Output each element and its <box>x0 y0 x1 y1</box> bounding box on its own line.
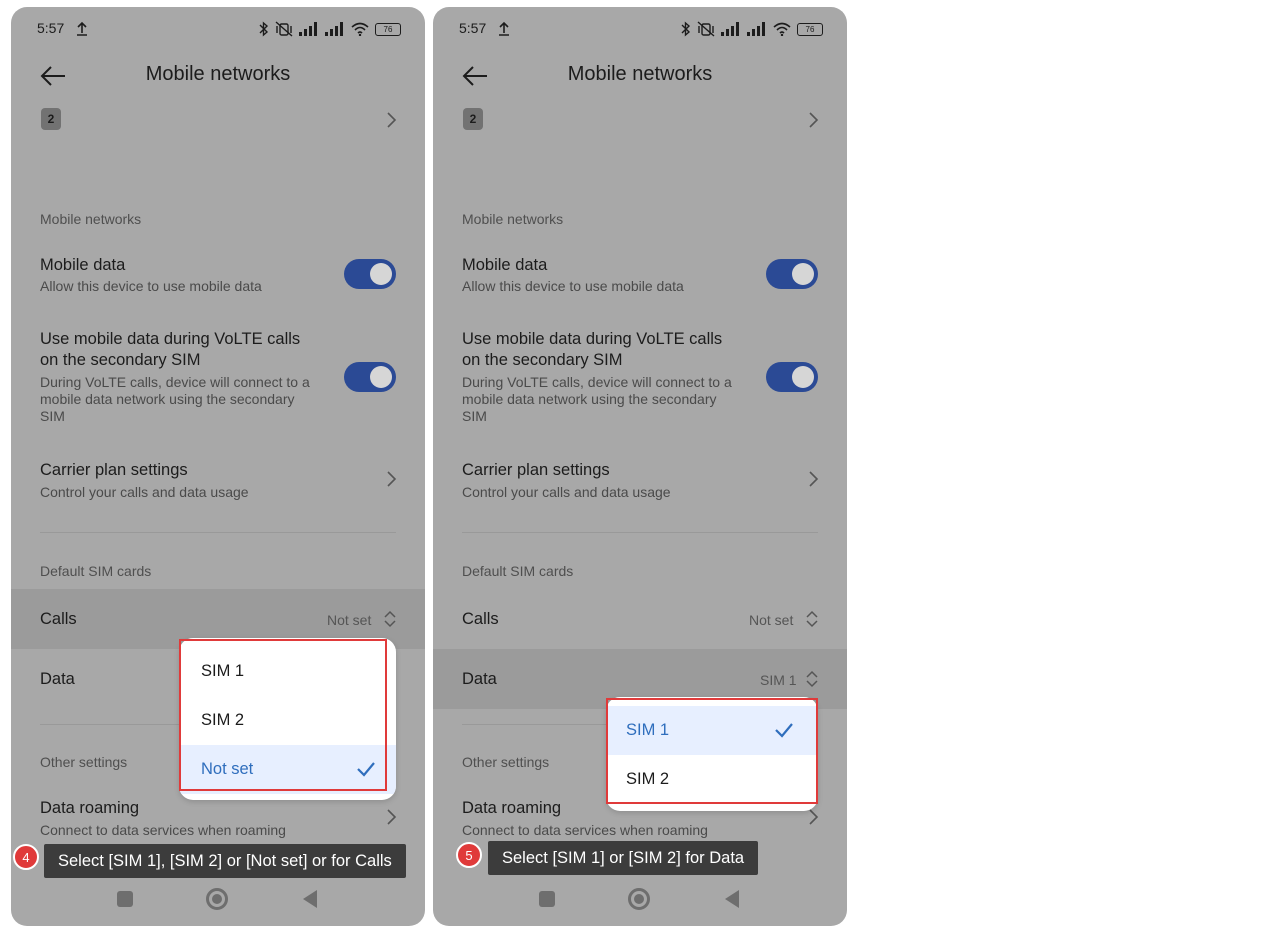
status-time: 5:57 <box>459 20 487 36</box>
upload-icon <box>499 21 509 36</box>
recent-apps-button[interactable] <box>117 891 133 907</box>
bluetooth-icon <box>681 21 691 37</box>
carrier-plan-title[interactable]: Carrier plan settings <box>40 460 188 481</box>
mobile-data-subtitle: Allow this device to use mobile data <box>462 278 684 294</box>
volte-toggle[interactable] <box>766 362 818 392</box>
volte-toggle[interactable] <box>344 362 396 392</box>
mobile-data-toggle[interactable] <box>344 259 396 289</box>
up-down-chevron-icon[interactable] <box>805 610 819 628</box>
volte-title-line1: Use mobile data during VoLTE calls <box>40 330 301 348</box>
section-header-other: Other settings <box>462 754 550 770</box>
nav-back-button[interactable] <box>725 890 739 908</box>
chevron-right-icon[interactable] <box>807 808 819 826</box>
step-caption: Select [SIM 1] or [SIM 2] for Data <box>488 841 759 875</box>
section-header-mobile-networks: Mobile networks <box>462 211 564 227</box>
volte-title-line2: on the secondary SIM <box>40 351 201 369</box>
signal-icon <box>299 22 317 36</box>
toggle-knob <box>370 366 392 388</box>
vibrate-off-icon <box>275 21 293 37</box>
signal-icon-2 <box>325 22 343 36</box>
chevron-right-icon[interactable] <box>385 111 397 129</box>
step-badge: 4 <box>13 844 39 870</box>
signal-icon <box>721 22 739 36</box>
carrier-plan-title[interactable]: Carrier plan settings <box>462 460 610 481</box>
section-header-mobile-networks: Mobile networks <box>40 211 142 227</box>
section-header-default-sim: Default SIM cards <box>462 563 574 579</box>
carrier-plan-subtitle: Control your calls and data usage <box>462 484 671 500</box>
sim-chip[interactable]: 2 <box>463 108 483 130</box>
data-roaming-title[interactable]: Data roaming <box>462 798 561 819</box>
signal-icon-2 <box>747 22 765 36</box>
data-roaming-subtitle: Connect to data services when roaming <box>40 822 286 838</box>
sim-chip[interactable]: 2 <box>41 108 61 130</box>
chevron-right-icon[interactable] <box>807 470 819 488</box>
section-header-other: Other settings <box>40 754 128 770</box>
calls-label[interactable]: Calls <box>40 609 77 630</box>
battery-icon: 76 <box>797 22 823 36</box>
toggle-knob <box>370 263 392 285</box>
divider <box>40 532 396 533</box>
volte-subtitle-line3: SIM <box>462 408 487 424</box>
toggle-knob <box>792 366 814 388</box>
chevron-right-icon[interactable] <box>807 111 819 129</box>
calls-value[interactable]: Not set <box>749 612 793 628</box>
recent-apps-button[interactable] <box>539 891 555 907</box>
volte-subtitle-line3: SIM <box>40 408 65 424</box>
mobile-data-subtitle: Allow this device to use mobile data <box>40 278 262 294</box>
chevron-right-icon[interactable] <box>385 470 397 488</box>
up-down-chevron-icon[interactable] <box>383 610 397 628</box>
toggle-knob <box>792 263 814 285</box>
bluetooth-icon <box>259 21 269 37</box>
home-button[interactable] <box>628 888 650 910</box>
volte-subtitle-line2: mobile data network using the secondary <box>462 391 717 407</box>
volte-subtitle-line2: mobile data network using the secondary <box>40 391 295 407</box>
volte-subtitle-line1: During VoLTE calls, device will connect … <box>40 374 310 390</box>
nav-back-button[interactable] <box>303 890 317 908</box>
home-button[interactable] <box>206 888 228 910</box>
volte-title-line2: on the secondary SIM <box>462 351 623 369</box>
mobile-data-title: Mobile data <box>462 256 548 274</box>
status-icons: 76 <box>259 20 401 38</box>
battery-icon: 76 <box>375 22 401 36</box>
upload-icon <box>77 21 87 36</box>
volte-subtitle-line1: During VoLTE calls, device will connect … <box>462 374 732 390</box>
up-down-chevron-icon[interactable] <box>805 670 819 688</box>
phone-screen-1: 5:57 76 Mobile networks 2 Mobile network… <box>11 7 425 926</box>
data-roaming-subtitle: Connect to data services when roaming <box>462 822 708 838</box>
highlight-box <box>606 698 818 804</box>
step-caption: Select [SIM 1], [SIM 2] or [Not set] or … <box>44 844 406 878</box>
vibrate-off-icon <box>697 21 715 37</box>
calls-value[interactable]: Not set <box>327 612 371 628</box>
page-title: Mobile networks <box>567 63 713 85</box>
data-label[interactable]: Data <box>40 669 75 690</box>
volte-title-line1: Use mobile data during VoLTE calls <box>462 330 723 348</box>
battery-level: 76 <box>805 24 815 34</box>
page-title: Mobile networks <box>145 63 291 85</box>
mobile-data-title: Mobile data <box>40 256 126 274</box>
wifi-icon <box>773 22 791 36</box>
chevron-right-icon[interactable] <box>385 808 397 826</box>
data-roaming-title[interactable]: Data roaming <box>40 798 139 819</box>
step-badge: 5 <box>456 842 482 868</box>
mobile-data-toggle[interactable] <box>766 259 818 289</box>
calls-label[interactable]: Calls <box>462 609 499 630</box>
status-time: 5:57 <box>37 20 65 36</box>
phone-screen-2: 5:57 76 Mobile networks 2 Mobile network… <box>433 7 847 926</box>
divider <box>462 532 818 533</box>
data-label[interactable]: Data <box>462 669 497 690</box>
section-header-default-sim: Default SIM cards <box>40 563 152 579</box>
wifi-icon <box>351 22 369 36</box>
battery-level: 76 <box>383 24 393 34</box>
status-icons: 76 <box>681 20 823 38</box>
highlight-box <box>179 639 387 791</box>
data-value[interactable]: SIM 1 <box>760 672 797 688</box>
carrier-plan-subtitle: Control your calls and data usage <box>40 484 249 500</box>
